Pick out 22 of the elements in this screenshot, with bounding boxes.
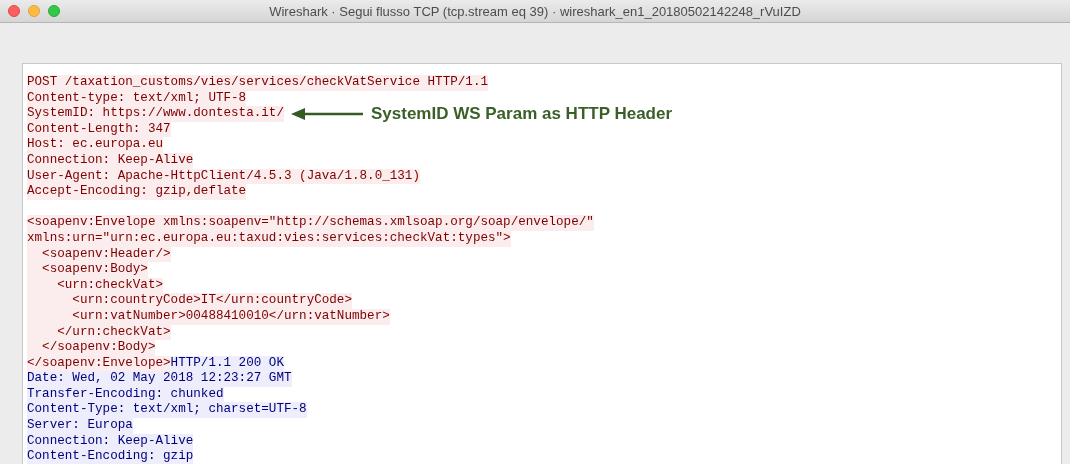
minimize-button[interactable] <box>28 5 40 17</box>
stream-text: Host: ec.europa.eu <box>27 137 164 153</box>
stream-text: Server: Europa <box>27 418 133 434</box>
stream-text: <urn:countryCode>IT</urn:countryCode> <box>27 293 352 309</box>
stream-text: Content-Encoding: gzip <box>27 449 194 464</box>
stream-text: HTTP/1.1 200 OK <box>170 355 284 372</box>
stream-text: <soapenv:Body> <box>27 262 148 278</box>
stream-text: User-Agent: Apache-HttpClient/4.5.3 (Java/1.8.0_131) <box>27 168 420 185</box>
stream-text: Accept-Encoding: gzip,deflate <box>27 184 247 200</box>
stream-text: </soapenv:Body> <box>27 340 156 356</box>
stream-text: SystemID: https://www.dontesta.it/ <box>27 106 284 122</box>
close-button[interactable] <box>8 5 20 17</box>
stream-text: <soapenv:Envelope xmlns:soapenv="http://schemas.xmlsoap.org/soap/envelope/" <box>27 215 594 231</box>
annotation-label: SystemID WS Param as HTTP Header <box>370 104 673 124</box>
zoom-button[interactable] <box>48 5 60 17</box>
arrow-icon <box>290 107 363 121</box>
stream-text: Date: Wed, 02 May 2018 12:23:27 GMT <box>27 371 292 387</box>
stream-text: POST /taxation_customs/vies/services/checkVatService HTTP/1.1 <box>27 75 488 91</box>
stream-text: Content-Type: text/xml; charset=UTF-8 <box>27 402 307 419</box>
stream-text: Connection: Keep-Alive <box>27 152 194 169</box>
window-title: Wireshark · Segui flusso TCP (tcp.stream eq 39) · wireshark_en1_20180502142248_rVuIZD <box>269 3 801 19</box>
stream-text: Connection: Keep-Alive <box>27 433 194 450</box>
